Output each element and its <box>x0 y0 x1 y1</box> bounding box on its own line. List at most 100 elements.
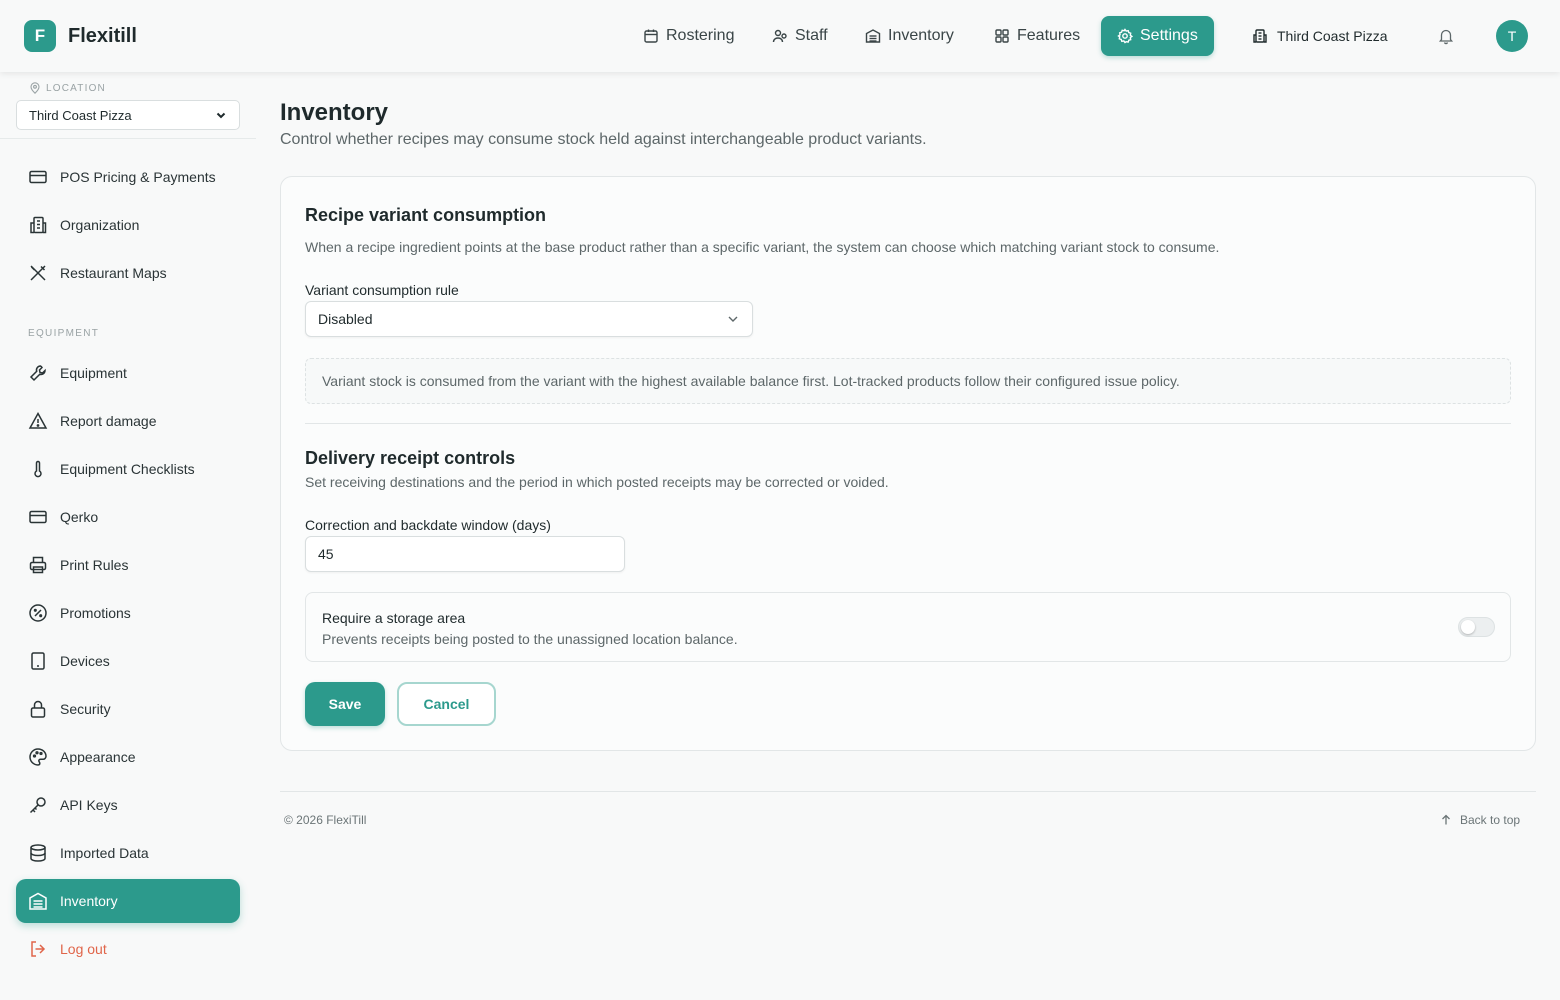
sidebar-item-devices[interactable]: Devices <box>16 639 240 683</box>
location-label-text: LOCATION <box>46 82 106 94</box>
variant-rule-value: Disabled <box>318 311 373 327</box>
database-icon <box>30 844 46 862</box>
sidebar-item-label: Report damage <box>60 413 157 429</box>
sidebar-item-equipment-checklists[interactable]: Equipment Checklists <box>16 447 240 491</box>
sidebar-item-label: Inventory <box>60 893 118 909</box>
back-to-top-link[interactable]: Back to top <box>1440 813 1520 827</box>
storage-area-description: Prevents receipts being posted to the un… <box>322 631 738 647</box>
sidebar-item-label: Equipment Checklists <box>60 461 195 477</box>
location-switcher[interactable]: Third Coast Pizza <box>1252 16 1387 56</box>
sidebar-item-security[interactable]: Security <box>16 687 240 731</box>
delivery-heading: Delivery receipt controls <box>305 448 516 468</box>
warning-icon <box>28 411 48 429</box>
settings-card: Recipe variant consumption When a recipe… <box>280 176 1536 751</box>
sidebar-item-report-damage[interactable]: Report damage <box>16 399 240 443</box>
logout-button[interactable]: Log out <box>16 927 240 971</box>
building-icon <box>1253 29 1267 43</box>
nav-rostering[interactable]: Rostering <box>643 16 734 56</box>
recipe-heading: Recipe variant consumption <box>305 205 547 225</box>
warehouse-icon <box>865 29 881 43</box>
sidebar-item-label: Organization <box>60 217 140 233</box>
sidebar: LOCATION Third Coast Pizza POS Pricing &… <box>0 72 256 1000</box>
arrow-up-icon <box>1442 814 1450 825</box>
variant-info-note: Variant stock is consumed from the varia… <box>305 358 1511 404</box>
avatar[interactable]: T <box>1496 20 1528 52</box>
sidebar-item-print-rules[interactable]: Print Rules <box>16 543 240 587</box>
sidebar-item-label: Devices <box>60 653 110 669</box>
cancel-button[interactable]: Cancel <box>397 682 496 726</box>
back-to-top-label: Back to top <box>1460 813 1521 827</box>
backdate-window-input[interactable]: 45 <box>305 536 625 572</box>
warehouse-icon <box>29 892 47 910</box>
sidebar-item-api-keys[interactable]: API Keys <box>16 783 240 827</box>
recipe-description: When a recipe ingredient points at the b… <box>305 239 1220 255</box>
sidebar-item-imported-data[interactable]: Imported Data <box>16 831 240 875</box>
palette-icon <box>29 748 47 766</box>
sidebar-item-label: API Keys <box>60 797 118 813</box>
page-title: Inventory <box>280 99 389 126</box>
sidebar-item-inventory[interactable]: Inventory <box>16 879 240 923</box>
nav-staff[interactable]: Staff <box>772 16 828 56</box>
printer-icon <box>29 556 47 574</box>
sidebar-item-label: Imported Data <box>60 845 149 861</box>
sidebar-item-promotions[interactable]: Promotions <box>16 591 240 635</box>
bell-icon <box>1438 29 1454 45</box>
map-pin-icon <box>30 82 40 94</box>
sidebar-item-qerko[interactable]: Qerko <box>16 495 240 539</box>
sidebar-item-restaurant-maps[interactable]: Restaurant Maps <box>16 251 240 295</box>
brand[interactable]: F Flexitill <box>24 20 137 52</box>
delivery-description: Set receiving destinations and the perio… <box>305 474 889 490</box>
key-icon <box>29 797 46 814</box>
footer-divider <box>280 791 1536 792</box>
location-select[interactable]: Third Coast Pizza <box>16 100 240 130</box>
nav-features-label: Features <box>1017 27 1081 44</box>
sidebar-item-label: Security <box>60 701 111 717</box>
brand-name: Flexitill <box>68 24 137 47</box>
toggle-knob <box>1461 620 1475 634</box>
nav-features[interactable]: Features <box>994 16 1080 56</box>
storage-area-toggle[interactable] <box>1458 617 1495 637</box>
percent-badge-icon <box>29 604 47 622</box>
nav-settings[interactable]: Settings <box>1101 16 1214 56</box>
backdate-window-label: Correction and backdate window (days) <box>305 517 551 533</box>
save-button[interactable]: Save <box>305 682 385 726</box>
users-icon <box>772 29 787 43</box>
sidebar-item-label: Print Rules <box>60 557 129 573</box>
location-label: LOCATION <box>30 82 106 94</box>
sidebar-item-label: Appearance <box>60 749 136 765</box>
storage-area-setting: Require a storage area Prevents receipts… <box>305 592 1511 662</box>
top-navbar: F Flexitill Rostering Staff Inventory Fe… <box>0 0 1560 72</box>
sidebar-item-label: Restaurant Maps <box>60 265 167 281</box>
sidebar-item-label: Promotions <box>60 605 131 621</box>
logout-label: Log out <box>60 941 107 957</box>
logout-icon <box>31 941 46 957</box>
variant-rule-select[interactable]: Disabled <box>305 301 753 337</box>
sidebar-item-label: Equipment <box>60 365 127 381</box>
notifications-button[interactable] <box>1437 27 1455 50</box>
sidebar-item-organization[interactable]: Organization <box>16 203 240 247</box>
location-name: Third Coast Pizza <box>1277 28 1388 44</box>
sidebar-divider <box>0 138 256 139</box>
credit-card-icon <box>29 170 47 184</box>
sidebar-item-label: Qerko <box>60 509 99 525</box>
nav-inventory[interactable]: Inventory <box>865 16 954 56</box>
section-divider <box>305 423 1511 424</box>
sidebar-item-pos-pricing[interactable]: POS Pricing & Payments <box>16 155 240 199</box>
chevron-down-icon <box>216 112 226 119</box>
location-select-value: Third Coast Pizza <box>29 107 132 123</box>
chevron-down-icon <box>728 316 738 322</box>
calendar-icon <box>644 29 658 43</box>
card-icon <box>29 510 47 524</box>
nav-settings-label: Settings <box>1140 27 1198 44</box>
thermometer-icon <box>34 460 42 478</box>
building-icon <box>30 216 47 234</box>
gear-icon <box>1117 28 1133 44</box>
tablet-icon <box>31 652 45 670</box>
variant-rule-label: Variant consumption rule <box>305 282 459 298</box>
sidebar-item-equipment[interactable]: Equipment <box>16 351 240 395</box>
brand-logo: F <box>24 20 56 52</box>
storage-area-title: Require a storage area <box>322 610 466 626</box>
sidebar-item-label: POS Pricing & Payments <box>60 169 216 185</box>
sidebar-item-appearance[interactable]: Appearance <box>16 735 240 779</box>
grid-icon <box>995 29 1009 43</box>
